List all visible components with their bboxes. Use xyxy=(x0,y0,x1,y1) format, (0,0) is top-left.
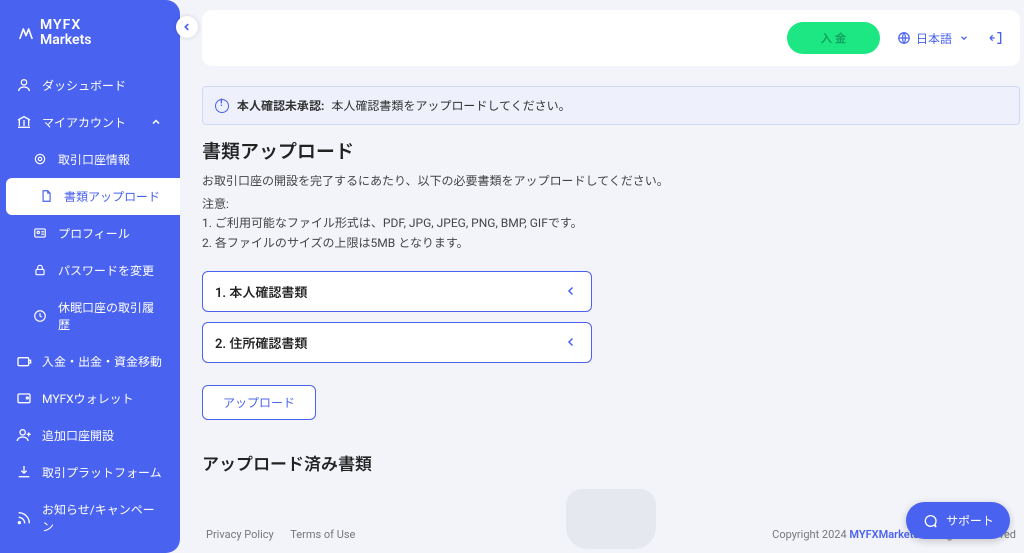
sidebar: MYFX Markets ダッシュボード マイアカウント 取引口座情報 書類アッ… xyxy=(0,0,180,553)
chat-icon xyxy=(922,513,938,529)
chevron-left-icon xyxy=(563,334,579,350)
sidebar-item-label: 取引プラットフォーム xyxy=(42,464,162,481)
note-1: 1. ご利用可能なファイル形式は、PDF, JPG, JPEG, PNG, BM… xyxy=(202,214,1020,233)
sidebar-item-label: お知らせ/キャンペーン xyxy=(42,501,164,535)
sidebar-item-label: 入金・出金・資金移動 xyxy=(42,353,162,370)
chevron-up-icon xyxy=(148,114,164,130)
sidebar-item-change-password[interactable]: パスワードを変更 xyxy=(0,252,180,289)
chevron-left-icon xyxy=(563,283,579,299)
accordion-group: 1. 本人確認書類 2. 住所確認書類 xyxy=(202,271,592,363)
globe-icon xyxy=(896,30,912,46)
footer-terms-link[interactable]: Terms of Use xyxy=(290,528,355,541)
download-icon xyxy=(16,464,32,480)
brand-icon xyxy=(18,25,34,41)
chevron-down-icon xyxy=(956,30,972,46)
bank-icon xyxy=(16,114,32,130)
sidebar-item-label: 追加口座開設 xyxy=(42,427,114,444)
note-2: 2. 各ファイルのサイズの上限は5MB となります。 xyxy=(202,234,1020,253)
accordion-label: 1. 本人確認書類 xyxy=(215,282,307,301)
content: 本人確認未承認: 本人確認書類をアップロードしてください。 書類アップロード お… xyxy=(198,86,1024,553)
sidebar-item-label: 取引口座情報 xyxy=(58,151,130,168)
target-icon xyxy=(32,151,48,167)
uploaded-docs-title: アップロード済み書類 xyxy=(202,450,1020,475)
rss-icon xyxy=(16,510,32,526)
sidebar-collapse-button[interactable] xyxy=(176,16,198,38)
main-area: 入 金 日本語 本人確認未承認: 本人確認書類をアップロードしてください。 書類… xyxy=(198,0,1024,553)
wallet-icon xyxy=(16,390,32,406)
footer: Privacy Policy Terms of Use Copyright 20… xyxy=(198,522,1024,547)
document-icon xyxy=(38,188,54,204)
brand-line2: Markets xyxy=(40,33,92,48)
sidebar-item-platform[interactable]: 取引プラットフォーム xyxy=(0,454,180,491)
lock-icon xyxy=(32,262,48,278)
accordion-label: 2. 住所確認書類 xyxy=(215,333,307,352)
sidebar-item-label: ダッシュボード xyxy=(42,77,126,94)
language-label: 日本語 xyxy=(916,30,952,47)
alert-text: 本人確認書類をアップロードしてください。 xyxy=(331,99,570,113)
person-icon xyxy=(16,77,32,93)
topbar: 入 金 日本語 xyxy=(202,10,1020,66)
support-button[interactable]: サポート xyxy=(906,502,1010,539)
sidebar-item-label: プロフィール xyxy=(58,225,130,242)
sidebar-item-myaccount[interactable]: マイアカウント xyxy=(0,104,180,141)
alert-strong: 本人確認未承認: xyxy=(237,99,324,113)
sidebar-item-account-info[interactable]: 取引口座情報 xyxy=(0,141,180,178)
sidebar-item-dormant-history[interactable]: 休眠口座の取引履歴 xyxy=(0,289,180,343)
accordion-address-docs[interactable]: 2. 住所確認書類 xyxy=(202,322,592,363)
deposit-button[interactable]: 入 金 xyxy=(787,22,880,54)
support-label: サポート xyxy=(946,512,994,529)
warning-icon xyxy=(215,99,229,113)
sidebar-item-label: パスワードを変更 xyxy=(58,262,154,279)
logout-button[interactable] xyxy=(988,30,1004,46)
add-user-icon xyxy=(16,427,32,443)
language-selector[interactable]: 日本語 xyxy=(896,30,972,47)
sidebar-item-news[interactable]: お知らせ/キャンペーン xyxy=(0,491,180,545)
sidebar-item-profile[interactable]: プロフィール xyxy=(0,215,180,252)
page-description: お取引口座の開設を完了するにあたり、以下の必要書類をアップロードしてください。 xyxy=(202,172,1020,191)
accordion-identity-docs[interactable]: 1. 本人確認書類 xyxy=(202,271,592,312)
sidebar-item-wallet[interactable]: MYFXウォレット xyxy=(0,380,180,417)
clock-icon xyxy=(32,308,48,324)
brand-logo[interactable]: MYFX Markets xyxy=(0,8,180,67)
brand-line1: MYFX xyxy=(40,18,92,33)
page-title: 書類アップロード xyxy=(202,137,1020,164)
sidebar-item-label: 休眠口座の取引履歴 xyxy=(58,299,164,333)
notes: 注意: 1. ご利用可能なファイル形式は、PDF, JPG, JPEG, PNG… xyxy=(202,195,1020,253)
sidebar-item-label: 書類アップロード xyxy=(64,188,160,205)
notes-heading: 注意: xyxy=(202,195,1020,214)
sidebar-item-document-upload[interactable]: 書類アップロード xyxy=(6,178,180,215)
footer-privacy-link[interactable]: Privacy Policy xyxy=(206,528,274,541)
sidebar-item-dashboard[interactable]: ダッシュボード xyxy=(0,67,180,104)
sidebar-item-funds[interactable]: 入金・出金・資金移動 xyxy=(0,343,180,380)
sidebar-item-label: MYFXウォレット xyxy=(42,390,134,407)
sidebar-item-add-account[interactable]: 追加口座開設 xyxy=(0,417,180,454)
sidebar-item-label: マイアカウント xyxy=(42,114,126,131)
wallet-arrow-icon xyxy=(16,353,32,369)
kyc-alert: 本人確認未承認: 本人確認書類をアップロードしてください。 xyxy=(202,86,1020,125)
upload-button[interactable]: アップロード xyxy=(202,385,316,420)
profile-card-icon xyxy=(32,225,48,241)
